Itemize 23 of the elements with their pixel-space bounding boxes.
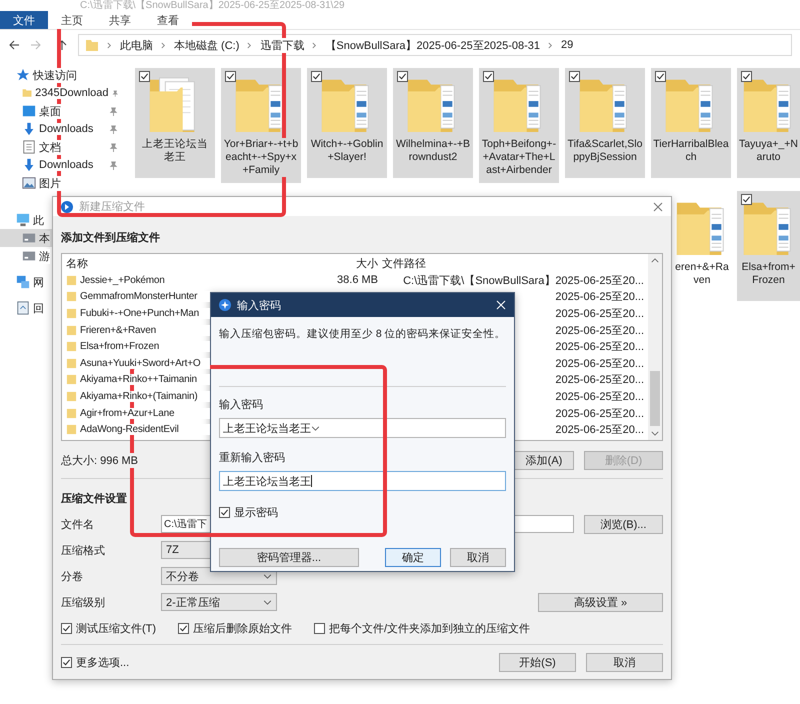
section-heading: 压缩文件设置 bbox=[61, 492, 128, 506]
field-label: 分卷 bbox=[61, 570, 84, 584]
field-label: 压缩级别 bbox=[61, 596, 106, 610]
total-size-text: 总大小: 996 MB bbox=[61, 453, 138, 468]
file-size-cell: 38.6 MB bbox=[337, 274, 378, 286]
window-title: C:\迅雷下载\【SnowBullSara】2025-06-25至2025-08-31\29 bbox=[80, 0, 345, 11]
dialog-title: 输入密码 bbox=[237, 298, 281, 312]
file-path-cell-text: 2025-06-25至20... bbox=[555, 324, 644, 338]
file-path-cell-text: 2025-06-25至20... bbox=[555, 373, 644, 388]
file-path-cell-text: 2025-06-25至20... bbox=[555, 306, 644, 321]
hint-text: 输入压缩包密码。建议使用至少 8 位的密码来保证安全性。 bbox=[219, 327, 506, 341]
dialog-title: 新建压缩文件 bbox=[79, 200, 145, 214]
field-label: 文件名 bbox=[61, 518, 95, 532]
file-path-cell-text: 2025-06-25至20... bbox=[555, 423, 644, 438]
field-label: 压缩格式 bbox=[61, 544, 106, 558]
file-path-cell-text: 2025-06-25至20... bbox=[555, 340, 644, 354]
file-path-cell-text: 2025-06-25至20... bbox=[555, 406, 644, 421]
field-label: 输入密码 bbox=[219, 398, 264, 412]
file-path-cell-text: 2025-06-25至20... bbox=[555, 390, 644, 404]
file-path-cell-text: 2025-06-25至20... bbox=[555, 356, 644, 371]
field-label: 重新输入密码 bbox=[219, 450, 286, 465]
file-path-cell-text: C:\迅雷下载\【SnowBullSara】2025-06-25至20... bbox=[403, 274, 644, 288]
file-path-cell-text: 2025-06-25至20... bbox=[555, 290, 644, 304]
